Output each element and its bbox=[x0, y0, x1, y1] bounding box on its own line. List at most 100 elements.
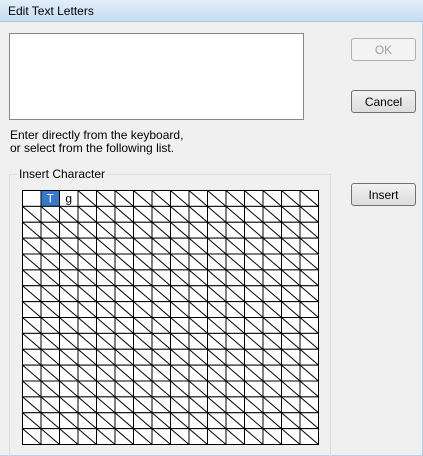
character-cell[interactable] bbox=[77, 301, 97, 318]
character-cell[interactable] bbox=[262, 269, 282, 287]
character-cell[interactable] bbox=[244, 380, 264, 398]
character-cell[interactable] bbox=[225, 237, 245, 255]
character-cell[interactable] bbox=[188, 253, 208, 271]
character-cell[interactable] bbox=[59, 332, 79, 350]
character-cell[interactable] bbox=[96, 301, 116, 318]
character-cell[interactable] bbox=[170, 205, 190, 223]
character-cell[interactable] bbox=[262, 221, 282, 239]
character-cell[interactable] bbox=[40, 348, 60, 366]
character-cell[interactable] bbox=[133, 269, 153, 287]
character-cell[interactable] bbox=[188, 364, 208, 382]
character-cell[interactable] bbox=[59, 237, 79, 255]
character-cell[interactable] bbox=[262, 380, 282, 398]
character-cell[interactable] bbox=[207, 221, 227, 239]
character-cell[interactable] bbox=[188, 332, 208, 350]
character-cell[interactable] bbox=[244, 285, 264, 303]
character-cell[interactable] bbox=[77, 364, 97, 382]
character-cell[interactable] bbox=[244, 269, 264, 287]
character-cell[interactable] bbox=[207, 317, 227, 334]
character-cell[interactable] bbox=[281, 269, 301, 287]
character-cell[interactable] bbox=[281, 221, 301, 239]
character-cell[interactable] bbox=[262, 348, 282, 366]
character-cell[interactable] bbox=[188, 237, 208, 255]
character-cell[interactable] bbox=[299, 285, 319, 303]
character-cell[interactable] bbox=[188, 317, 208, 334]
character-cell[interactable] bbox=[40, 205, 60, 223]
character-cell[interactable] bbox=[244, 221, 264, 239]
character-cell[interactable] bbox=[133, 348, 153, 366]
character-cell[interactable] bbox=[225, 190, 245, 207]
character-cell[interactable] bbox=[207, 237, 227, 255]
character-cell[interactable] bbox=[114, 332, 134, 350]
insert-button[interactable]: Insert bbox=[351, 183, 416, 206]
character-cell[interactable] bbox=[133, 237, 153, 255]
character-cell[interactable] bbox=[77, 221, 97, 239]
character-cell[interactable] bbox=[188, 285, 208, 303]
character-cell[interactable] bbox=[40, 253, 60, 271]
character-cell[interactable] bbox=[77, 380, 97, 398]
character-cell[interactable] bbox=[225, 428, 245, 445]
character-cell[interactable] bbox=[225, 301, 245, 318]
character-cell[interactable] bbox=[59, 380, 79, 398]
character-cell[interactable] bbox=[40, 285, 60, 303]
character-cell[interactable] bbox=[22, 301, 42, 318]
character-cell[interactable] bbox=[151, 285, 171, 303]
cancel-button[interactable]: Cancel bbox=[351, 90, 416, 113]
character-cell[interactable] bbox=[299, 269, 319, 287]
character-cell[interactable] bbox=[133, 285, 153, 303]
character-cell[interactable] bbox=[114, 285, 134, 303]
character-cell[interactable] bbox=[281, 301, 301, 318]
character-cell[interactable] bbox=[77, 396, 97, 414]
character-cell[interactable] bbox=[170, 301, 190, 318]
character-cell[interactable] bbox=[133, 253, 153, 271]
character-cell[interactable] bbox=[77, 332, 97, 350]
text-letters-input[interactable] bbox=[9, 33, 304, 120]
character-cell[interactable] bbox=[207, 190, 227, 207]
character-cell[interactable] bbox=[96, 412, 116, 430]
character-cell[interactable] bbox=[281, 380, 301, 398]
character-cell[interactable] bbox=[40, 428, 60, 445]
character-cell[interactable] bbox=[77, 205, 97, 223]
character-cell[interactable] bbox=[40, 317, 60, 334]
character-cell[interactable] bbox=[170, 221, 190, 239]
character-cell[interactable] bbox=[299, 221, 319, 239]
character-cell[interactable] bbox=[151, 253, 171, 271]
character-cell[interactable] bbox=[170, 348, 190, 366]
character-cell[interactable] bbox=[281, 428, 301, 445]
character-cell[interactable] bbox=[225, 412, 245, 430]
character-cell[interactable] bbox=[151, 269, 171, 287]
character-cell[interactable] bbox=[96, 380, 116, 398]
character-cell[interactable] bbox=[170, 285, 190, 303]
character-cell[interactable] bbox=[77, 285, 97, 303]
character-cell[interactable] bbox=[244, 205, 264, 223]
character-cell[interactable] bbox=[77, 317, 97, 334]
character-cell[interactable] bbox=[114, 190, 134, 207]
character-cell[interactable] bbox=[244, 364, 264, 382]
character-cell[interactable] bbox=[244, 412, 264, 430]
character-cell[interactable] bbox=[96, 253, 116, 271]
character-cell[interactable] bbox=[59, 364, 79, 382]
character-cell[interactable] bbox=[299, 253, 319, 271]
character-cell[interactable] bbox=[151, 301, 171, 318]
character-cell[interactable] bbox=[244, 190, 264, 207]
character-cell[interactable] bbox=[299, 205, 319, 223]
character-cell[interactable] bbox=[188, 396, 208, 414]
character-cell[interactable] bbox=[299, 237, 319, 255]
character-cell[interactable] bbox=[225, 285, 245, 303]
character-cell[interactable] bbox=[133, 301, 153, 318]
character-cell[interactable] bbox=[170, 253, 190, 271]
character-cell[interactable] bbox=[188, 428, 208, 445]
character-cell[interactable] bbox=[22, 221, 42, 239]
character-cell[interactable] bbox=[151, 221, 171, 239]
character-cell[interactable] bbox=[133, 221, 153, 239]
character-cell[interactable] bbox=[281, 317, 301, 334]
character-cell[interactable] bbox=[188, 412, 208, 430]
character-cell[interactable] bbox=[114, 301, 134, 318]
character-cell[interactable] bbox=[22, 237, 42, 255]
character-cell[interactable] bbox=[207, 301, 227, 318]
character-cell[interactable] bbox=[281, 190, 301, 207]
character-cell[interactable] bbox=[188, 348, 208, 366]
character-cell[interactable] bbox=[225, 380, 245, 398]
character-cell[interactable] bbox=[96, 205, 116, 223]
character-cell[interactable] bbox=[207, 412, 227, 430]
